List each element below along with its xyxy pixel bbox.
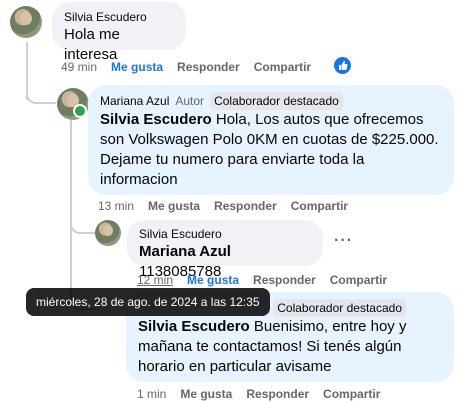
comment-time[interactable]: 1 min — [137, 387, 166, 401]
avatar[interactable] — [10, 6, 42, 38]
mention-link[interactable]: Silvia Escudero — [138, 318, 250, 335]
comment-author[interactable]: Mariana Azul — [100, 93, 169, 109]
comment-author[interactable]: Silvia Escudero — [139, 226, 311, 242]
like-button[interactable]: Me gusta — [187, 273, 239, 287]
share-button[interactable]: Compartir — [323, 387, 380, 401]
share-button[interactable]: Compartir — [291, 199, 348, 213]
comment-time[interactable]: 12 min — [137, 273, 173, 287]
more-options-icon[interactable]: ··· — [334, 232, 353, 250]
comment-text: Silvia Escudero Buenisimo, entre hoy y m… — [138, 317, 442, 377]
share-button[interactable]: Compartir — [330, 273, 387, 287]
comment-bubble: Silvia Escudero Mariana Azul 1138085788 — [127, 220, 323, 280]
reply-button[interactable]: Responder — [246, 387, 309, 401]
author-badge: Autor — [175, 94, 205, 108]
avatar[interactable] — [95, 220, 121, 246]
thread-connector — [26, 60, 56, 104]
reply-button[interactable]: Responder — [253, 273, 316, 287]
timestamp-tooltip: miércoles, 28 de ago. de 2024 a las 12:3… — [26, 288, 270, 316]
like-button[interactable]: Me gusta — [148, 199, 200, 213]
mention-link[interactable]: Mariana Azul — [139, 243, 231, 260]
comment-bubble: Mariana Azul Autor Colaborador destacado… — [88, 85, 454, 195]
share-button[interactable]: Compartir — [254, 60, 311, 74]
comment-time[interactable]: 49 min — [61, 60, 97, 74]
reply-button[interactable]: Responder — [177, 60, 240, 74]
like-button[interactable]: Me gusta — [111, 60, 163, 74]
thread-connector — [70, 200, 96, 234]
comment-time[interactable]: 13 min — [98, 199, 134, 213]
like-reaction-icon[interactable] — [334, 57, 351, 74]
comment-author[interactable]: Silvia Escudero — [64, 9, 174, 25]
online-status-icon — [73, 104, 87, 118]
comment-actions: 12 min Me gusta Responder Compartir — [137, 272, 387, 288]
comment-text: Silvia Escudero Hola, Los autos que ofre… — [100, 110, 442, 190]
comment-actions: 49 min Me gusta Responder Compartir — [61, 59, 311, 75]
top-contributor-badge[interactable]: Colaborador destacado — [273, 299, 406, 317]
comment-actions: 13 min Me gusta Responder Compartir — [98, 198, 348, 214]
like-button[interactable]: Me gusta — [180, 387, 232, 401]
comment-bubble: Silvia Escudero Hola me interesa — [52, 2, 186, 63]
top-contributor-badge[interactable]: Colaborador destacado — [210, 92, 343, 110]
reply-button[interactable]: Responder — [214, 199, 277, 213]
mention-link[interactable]: Silvia Escudero — [100, 111, 212, 128]
